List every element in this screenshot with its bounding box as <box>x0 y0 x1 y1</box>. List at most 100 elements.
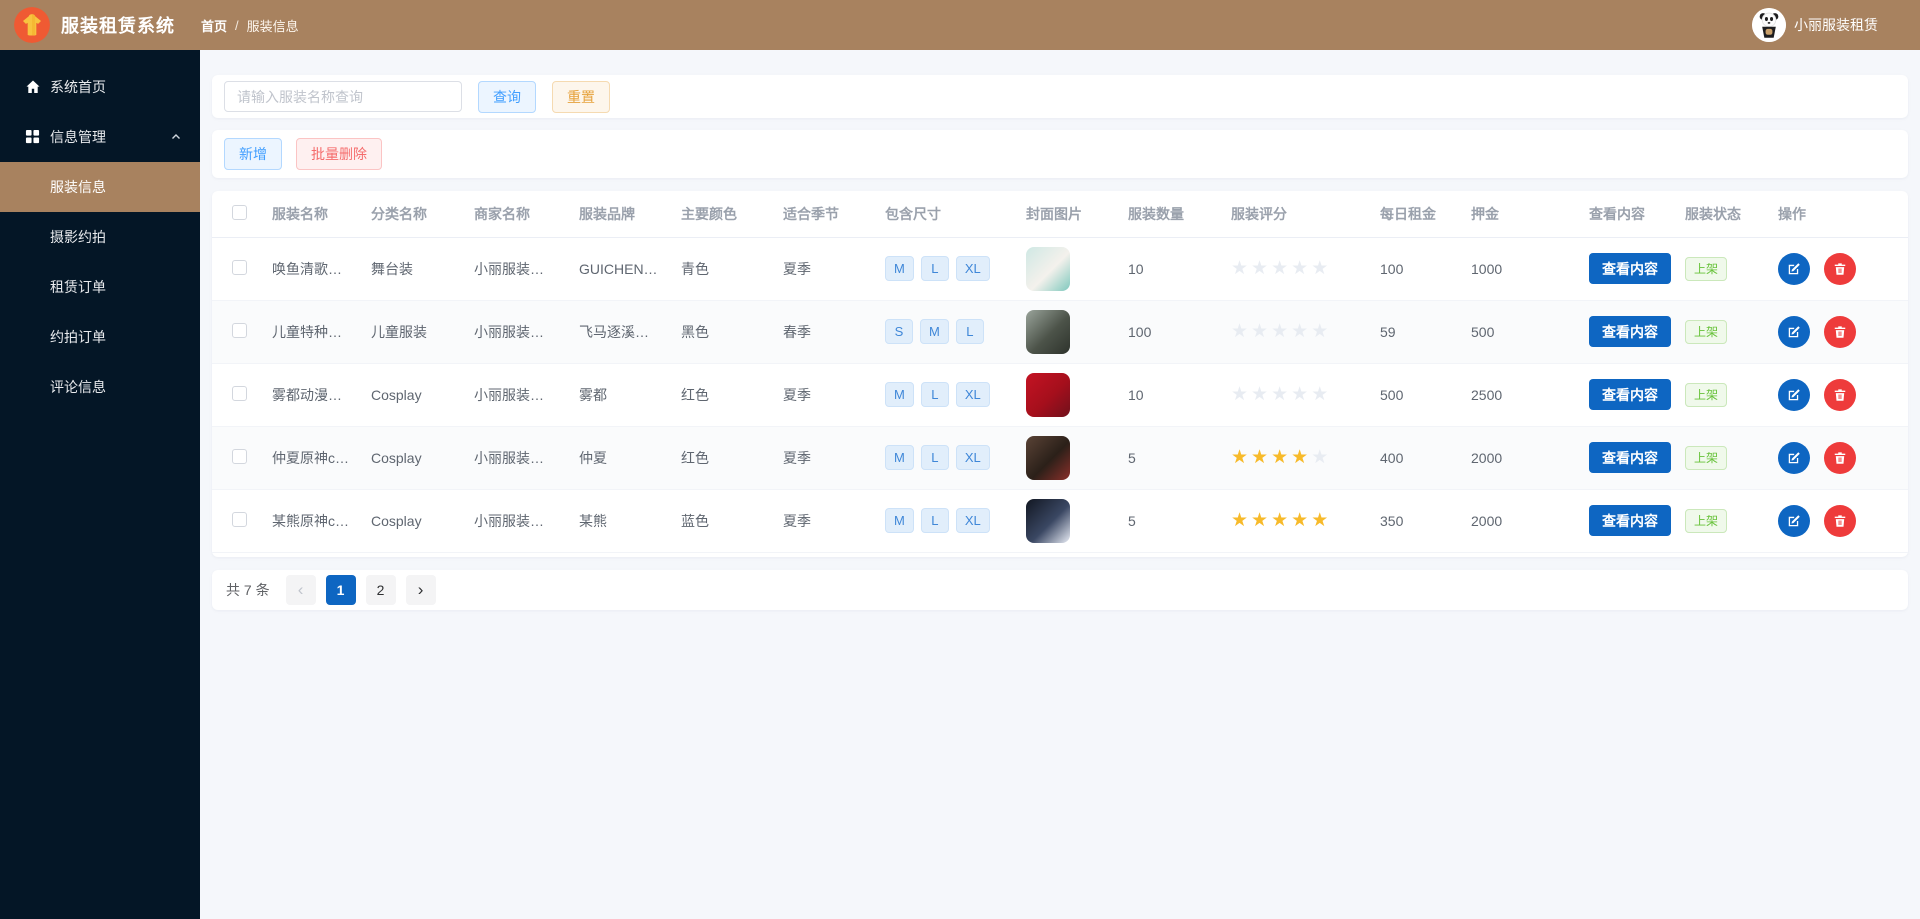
sizes-group: SML <box>885 319 984 344</box>
star-icon: ★ <box>1231 447 1249 468</box>
view-content-button[interactable]: 查看内容 <box>1589 253 1671 284</box>
cover-image[interactable] <box>1026 372 1070 417</box>
select-all-checkbox[interactable] <box>232 204 247 220</box>
brand-name: 雾都 <box>579 386 607 403</box>
breadcrumb-separator: / <box>235 17 239 33</box>
sidebar-item-comments[interactable]: 评论信息 <box>0 362 200 412</box>
table-row: 儿童特种… 儿童服装 小丽服装… 飞马逐溪… 黑色 春季 SML 100 ★ ★ ★… <box>212 300 1908 363</box>
delete-button[interactable] <box>1823 378 1856 411</box>
rating-stars: ★ ★ ★ ★ ★ <box>1231 511 1328 530</box>
column-header: 封面图片 <box>1026 191 1128 238</box>
user-avatar <box>1752 8 1786 42</box>
size-tag: L <box>920 445 949 470</box>
table-body: 唤鱼清歌… 舞台装 小丽服装… GUICHEN… 青色 夏季 M L XL 10 ★… <box>212 237 1908 552</box>
sidebar-item-photo-booking[interactable]: 摄影约拍 <box>0 212 200 262</box>
sidebar-item-label: 租赁订单 <box>50 279 106 295</box>
edit-button[interactable] <box>1778 378 1810 411</box>
view-content-button[interactable]: 查看内容 <box>1589 505 1671 536</box>
star-icon: ★ <box>1231 321 1249 342</box>
star-icon: ★ <box>1251 447 1269 468</box>
star-icon: ★ <box>1291 321 1309 342</box>
sidebar-item-label: 系统首页 <box>50 79 106 95</box>
main-color: 蓝色 <box>681 512 709 529</box>
status-tag: 上架 <box>1685 509 1728 533</box>
star-icon: ★ <box>1311 510 1329 531</box>
sidebar-item-rental-orders[interactable]: 租赁订单 <box>0 262 200 312</box>
next-page-button[interactable]: › <box>405 574 436 605</box>
page-button-1[interactable]: 1 <box>325 574 356 605</box>
quantity: 5 <box>1128 512 1136 529</box>
deposit: 2500 <box>1471 386 1503 403</box>
chevron-up-icon <box>170 130 182 146</box>
brand-name: GUICHEN… <box>579 260 658 277</box>
sizes-group: M L XL <box>885 256 990 281</box>
prev-page-button[interactable]: ‹ <box>285 574 316 605</box>
size-tag: M <box>885 445 914 470</box>
brand-name: 飞马逐溪… <box>579 323 649 340</box>
edit-button[interactable] <box>1778 504 1810 537</box>
cover-image[interactable] <box>1026 246 1070 291</box>
edit-button[interactable] <box>1778 315 1810 348</box>
row-checkbox[interactable] <box>232 448 247 464</box>
season: 春季 <box>783 323 811 340</box>
cover-image[interactable] <box>1026 309 1070 354</box>
sidebar-item-system-home[interactable]: 系统首页 <box>0 62 200 112</box>
size-tag: XL <box>955 445 990 470</box>
size-tag: XL <box>955 508 990 533</box>
row-checkbox[interactable] <box>232 322 247 338</box>
size-tag: M <box>885 508 914 533</box>
clothing-name: 仲夏原神c… <box>272 449 349 466</box>
delete-button[interactable] <box>1823 504 1856 537</box>
view-content-button[interactable]: 查看内容 <box>1589 442 1671 473</box>
view-content-button[interactable]: 查看内容 <box>1589 316 1671 347</box>
row-checkbox[interactable] <box>232 385 247 401</box>
breadcrumb-home[interactable]: 首页 <box>201 16 227 35</box>
reset-button[interactable]: 重置 <box>552 80 610 113</box>
star-icon: ★ <box>1251 258 1269 279</box>
column-header: 服装状态 <box>1685 191 1778 238</box>
row-checkbox[interactable] <box>232 259 247 275</box>
star-icon: ★ <box>1271 321 1289 342</box>
star-icon: ★ <box>1271 384 1289 405</box>
query-button[interactable]: 查询 <box>478 80 536 113</box>
trash-icon <box>1834 325 1846 338</box>
season: 夏季 <box>783 512 811 529</box>
batch-delete-button[interactable]: 批量删除 <box>296 138 382 170</box>
cover-image[interactable] <box>1026 435 1070 480</box>
page-button-2[interactable]: 2 <box>365 574 396 605</box>
brand-name: 仲夏 <box>579 449 607 466</box>
category-name: Cosplay <box>371 449 422 466</box>
delete-button[interactable] <box>1823 441 1856 474</box>
view-content-button[interactable]: 查看内容 <box>1589 379 1671 410</box>
app-logo-icon <box>14 7 50 43</box>
pagination-total: 共 7 条 <box>226 581 270 598</box>
size-tag: M <box>885 382 914 407</box>
size-tag: S <box>885 319 913 344</box>
column-header: 服装品牌 <box>579 191 681 238</box>
user-menu[interactable]: 小丽服装租赁 <box>1752 8 1898 42</box>
sidebar-item-label: 信息管理 <box>50 129 106 145</box>
size-tag: L <box>955 319 984 344</box>
edit-icon <box>1788 262 1800 274</box>
search-input[interactable] <box>224 81 462 112</box>
column-header: 服装评分 <box>1231 191 1380 238</box>
row-checkbox[interactable] <box>232 511 247 527</box>
daily-rent: 500 <box>1380 386 1404 403</box>
sidebar-item-clothing-info[interactable]: 服装信息 <box>0 162 200 212</box>
edit-button[interactable] <box>1778 252 1810 285</box>
sidebar-item-info-management[interactable]: 信息管理 <box>0 112 200 162</box>
toolbar: 新增 批量删除 <box>212 130 1908 178</box>
size-tag: L <box>920 256 949 281</box>
delete-button[interactable] <box>1823 252 1856 285</box>
delete-button[interactable] <box>1823 315 1856 348</box>
column-header: 查看内容 <box>1589 191 1685 238</box>
sidebar-item-booking-orders[interactable]: 约拍订单 <box>0 312 200 362</box>
rating-stars: ★ ★ ★ ★ ★ <box>1231 322 1328 341</box>
edit-button[interactable] <box>1778 441 1810 474</box>
cover-image[interactable] <box>1026 498 1070 543</box>
add-button[interactable]: 新增 <box>224 138 282 170</box>
column-header: 包含尺寸 <box>885 191 1026 238</box>
category-name: Cosplay <box>371 386 422 403</box>
grid-icon <box>25 129 41 145</box>
size-tag: XL <box>955 256 990 281</box>
